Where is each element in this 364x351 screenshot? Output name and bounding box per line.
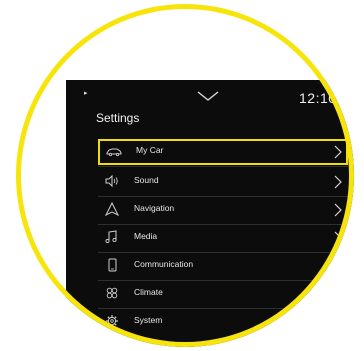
- fan-icon: [104, 286, 120, 300]
- menu-item-navigation[interactable]: Navigation: [98, 197, 348, 223]
- chevron-right-icon: [334, 315, 342, 329]
- chevron-down-icon[interactable]: [190, 86, 226, 106]
- menu-item-label: System: [134, 315, 163, 325]
- menu-item-label: Climate: [134, 287, 163, 297]
- music-note-icon: [104, 230, 120, 244]
- menu-item-sound[interactable]: Sound: [98, 169, 348, 195]
- chevron-right-icon: [334, 231, 342, 245]
- clock: 12:10: [299, 90, 337, 106]
- menu-item-system[interactable]: System: [98, 309, 348, 335]
- divider: [98, 166, 348, 167]
- page-title: Settings: [96, 111, 140, 125]
- chevron-right-icon: [334, 287, 342, 301]
- menu-item-media[interactable]: Media: [98, 225, 348, 251]
- gear-icon: [104, 314, 120, 328]
- menu-item-my-car[interactable]: My Car: [98, 139, 348, 165]
- phone-icon: [104, 258, 120, 272]
- navigation-arrow-icon: [104, 202, 120, 216]
- chevron-right-icon: [334, 203, 342, 217]
- menu-item-label: Communication: [134, 259, 194, 269]
- chevron-right-icon: [334, 259, 342, 273]
- menu-item-label: Navigation: [134, 203, 175, 213]
- menu-item-label: My Car: [136, 145, 164, 155]
- menu-item-label: Sound: [134, 175, 159, 185]
- top-bar: ▸ 12:10 Settings: [66, 80, 354, 130]
- menu-item-communication[interactable]: Communication: [98, 253, 348, 279]
- magnifier-lens: ▸ 12:10 Settings My Car Sound Navigation…: [16, 4, 354, 347]
- speaker-icon: [104, 174, 120, 188]
- car-icon: [106, 144, 122, 158]
- chevron-right-icon: [334, 145, 342, 159]
- chevron-right-icon: [334, 175, 342, 189]
- infotainment-screen: ▸ 12:10 Settings My Car Sound Navigation…: [66, 80, 354, 347]
- location-arrow-icon: ▸: [84, 90, 88, 97]
- menu-item-label: Media: [134, 231, 158, 241]
- menu-item-climate[interactable]: Climate: [98, 281, 348, 307]
